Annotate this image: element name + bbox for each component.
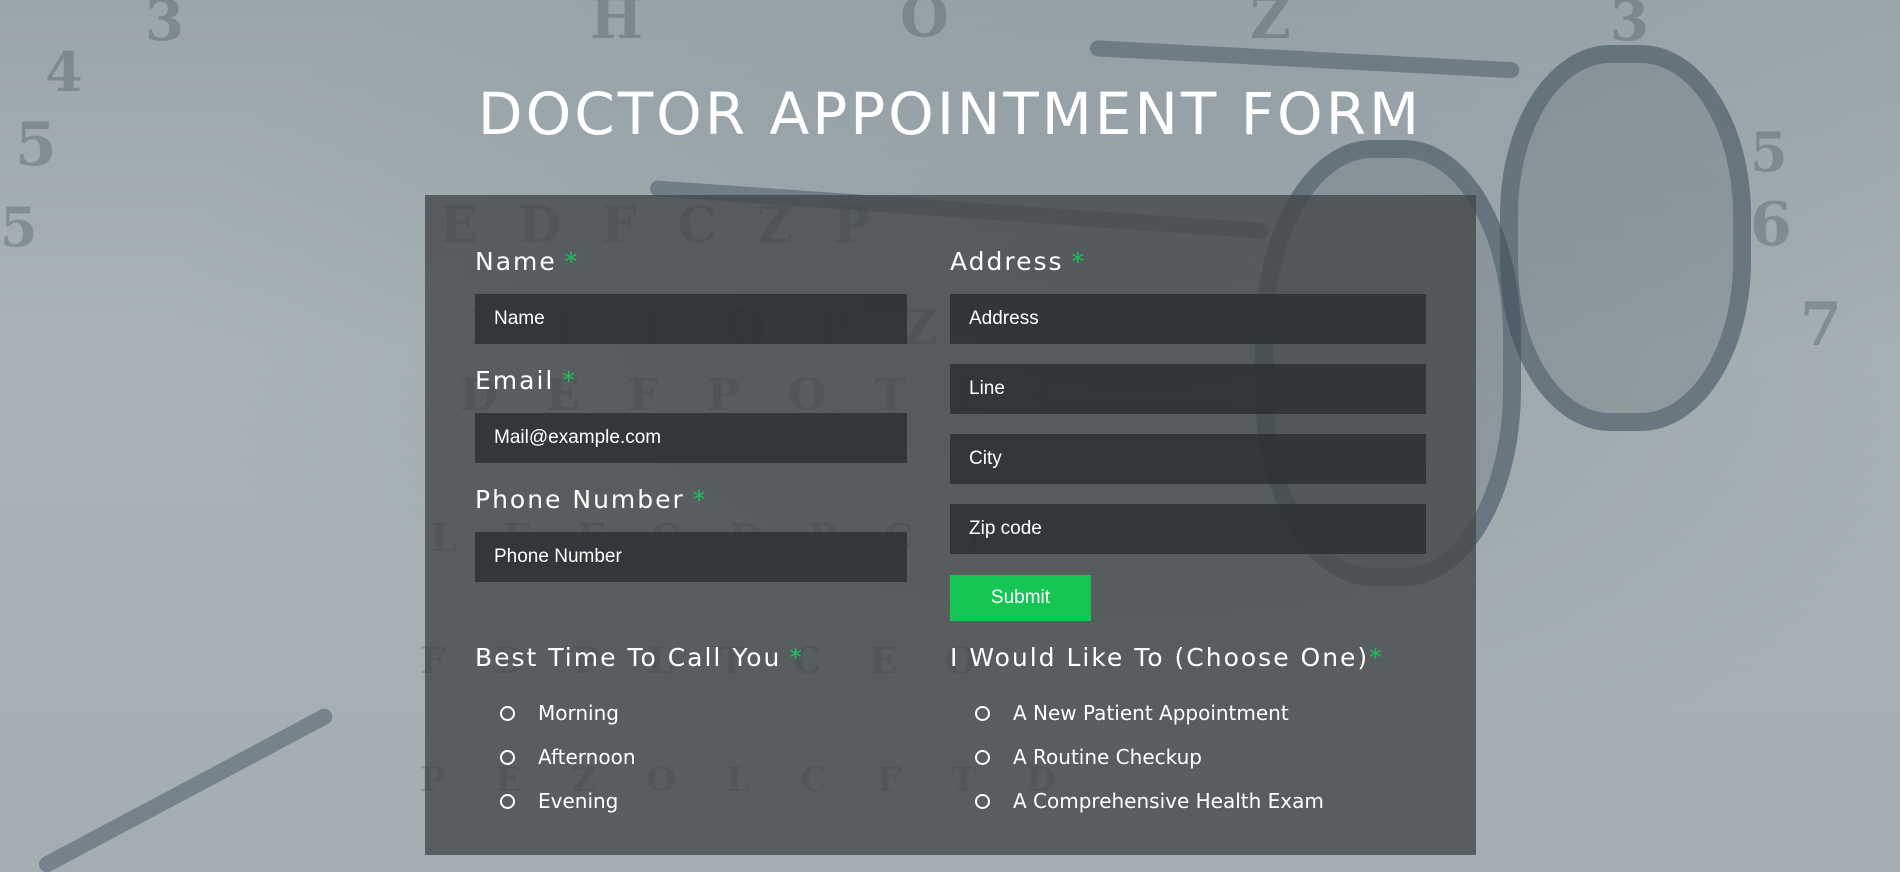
eye-chart-glyph: 3	[145, 0, 184, 54]
glasses-temple-arm	[36, 706, 336, 872]
email-input[interactable]	[475, 413, 907, 463]
address-label: Address *	[950, 247, 1086, 276]
purpose-label-text: I Would Like To (Choose One)	[950, 643, 1370, 672]
radio-button[interactable]	[975, 793, 990, 809]
radio-option-label: A Routine Checkup	[1013, 745, 1202, 769]
radio-option-label: A New Patient Appointment	[1013, 701, 1289, 725]
phone-label: Phone Number *	[475, 485, 707, 514]
required-marker: *	[1071, 247, 1087, 276]
appointment-form: Name* Email* Phone Number* Address* Subm…	[425, 195, 1476, 855]
eye-chart-glyph: Z	[1250, 0, 1291, 52]
radio-button[interactable]	[500, 705, 515, 721]
radio-button[interactable]	[500, 793, 515, 809]
radio-option-evening[interactable]: Evening	[500, 789, 618, 813]
eye-chart-glyph: 6	[1750, 190, 1792, 260]
best-time-label: Best Time To Call You *	[475, 643, 804, 672]
email-label: Email *	[475, 366, 577, 395]
purpose-label: I Would Like To (Choose One)*	[950, 643, 1384, 672]
required-marker: *	[1369, 643, 1384, 672]
radio-option-new-patient[interactable]: A New Patient Appointment	[975, 701, 1289, 725]
name-label: Name *	[475, 247, 579, 276]
required-marker: *	[692, 485, 708, 514]
email-label-text: Email	[475, 366, 555, 395]
zip-code-input[interactable]	[950, 504, 1426, 554]
phone-label-text: Phone Number	[475, 485, 685, 514]
phone-input[interactable]	[475, 532, 907, 582]
radio-option-label: Afternoon	[538, 745, 636, 769]
radio-option-label: Evening	[538, 789, 619, 813]
page-title: DOCTOR APPOINTMENT FORM	[477, 80, 1423, 148]
required-marker: *	[789, 643, 804, 672]
eye-chart-glyph: 7	[1800, 290, 1842, 360]
eye-chart-glyph: 5	[0, 195, 38, 259]
city-input[interactable]	[950, 434, 1426, 484]
address-label-text: Address	[950, 247, 1064, 276]
address-line1-input[interactable]	[950, 294, 1426, 344]
radio-option-routine-checkup[interactable]: A Routine Checkup	[975, 745, 1202, 769]
radio-button[interactable]	[975, 749, 990, 765]
radio-option-morning[interactable]: Morning	[500, 701, 619, 725]
required-marker: *	[564, 247, 580, 276]
eye-chart-glyph: O	[900, 0, 949, 50]
best-time-label-text: Best Time To Call You	[475, 643, 782, 672]
submit-button[interactable]: Submit	[950, 575, 1091, 621]
required-marker: *	[562, 366, 577, 395]
radio-option-label: A Comprehensive Health Exam	[1013, 789, 1324, 813]
radio-button[interactable]	[500, 749, 515, 765]
glasses-temple-arm	[1089, 40, 1520, 79]
page-background: 3 H O Z 3 4 5 5 5 6 7 EDFCZP FELOPZD DEF…	[0, 0, 1900, 872]
radio-option-health-exam[interactable]: A Comprehensive Health Exam	[975, 789, 1324, 813]
radio-option-afternoon[interactable]: Afternoon	[500, 745, 636, 769]
radio-option-label: Morning	[538, 701, 619, 725]
eye-chart-glyph: H	[590, 0, 643, 52]
address-line2-input[interactable]	[950, 364, 1426, 414]
name-input[interactable]	[475, 294, 907, 344]
radio-button[interactable]	[975, 705, 990, 721]
name-label-text: Name	[475, 247, 557, 276]
